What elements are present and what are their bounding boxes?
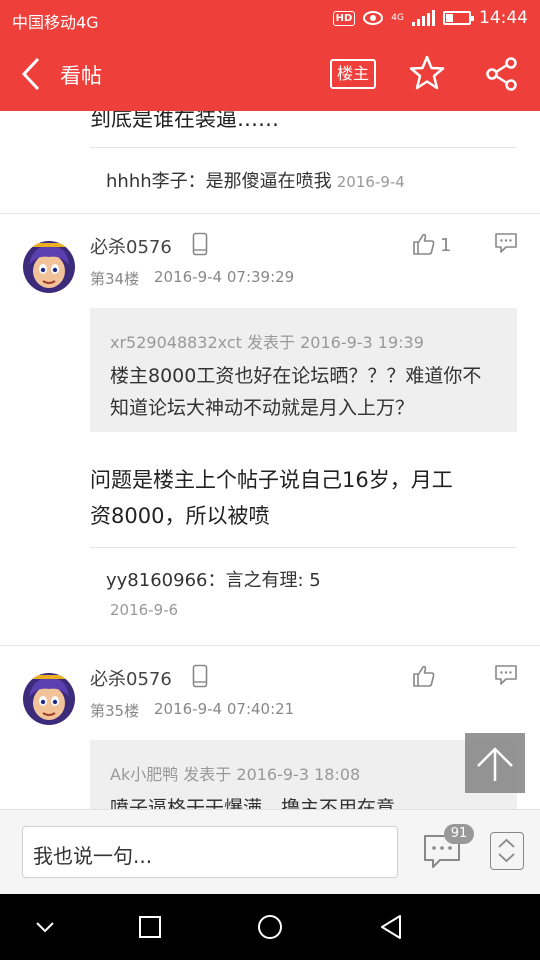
phone-icon <box>192 664 208 692</box>
thumbs-up-icon[interactable] <box>412 664 436 692</box>
quote-body: 楼主8000工资也好在论坛晒？？？难道你不知道论坛大神动不动就是月入上万？ <box>110 365 482 419</box>
phone-icon <box>192 232 208 260</box>
share-icon[interactable] <box>484 56 520 92</box>
page-title: 看帖 <box>60 64 102 88</box>
hd-icon: HD <box>332 10 356 26</box>
scroll-up-down-icon[interactable] <box>490 832 524 870</box>
post-divider <box>0 213 540 214</box>
system-nav-bar <box>0 894 540 960</box>
reply-item[interactable]: yy8160966：言之有理: 5 <box>106 566 321 592</box>
divider <box>90 547 517 548</box>
reply-user[interactable]: yy8160966： <box>106 570 225 591</box>
reply-text: 言之有理: 5 <box>225 570 321 591</box>
app-header: 看帖 楼主 <box>0 38 540 111</box>
post-datetime: 2016-9-4 07:39:29 <box>154 268 295 286</box>
quote-block: Ak小肥鸭 发表于 2016-9-3 18:08 喷子逼格干干爆满，撸主不用在意 <box>90 740 517 809</box>
floor-number: 第34楼 <box>90 270 140 288</box>
reply-comment-icon[interactable] <box>494 232 518 258</box>
nav-home-icon[interactable] <box>257 914 283 944</box>
battery-icon <box>443 11 474 25</box>
reply-user[interactable]: hhhh李子： <box>106 171 206 192</box>
divider <box>90 147 517 148</box>
quote-header: Ak小肥鸭 发表于 2016-9-3 18:08 <box>110 765 361 784</box>
status-icons: HD 4G 14:44 <box>332 8 528 28</box>
reply-date: 2016-9-4 <box>336 173 405 191</box>
reply-text: 是那傻逼在喷我 <box>205 171 332 192</box>
like-count: 1 <box>440 235 452 256</box>
reply-item[interactable]: hhhh李子：是那傻逼在喷我 2016-9-4 <box>106 167 405 193</box>
quote-body: 喷子逼格干干爆满，撸主不用在意 <box>110 797 396 809</box>
thumbs-up-icon[interactable] <box>412 232 436 260</box>
reply-input[interactable]: 我也说一句... <box>22 826 398 878</box>
star-icon[interactable] <box>408 54 446 92</box>
network-type-label: 4G <box>391 12 404 23</box>
reply-date: 2016-9-6 <box>110 601 179 619</box>
post-list[interactable]: 到底是谁在装逼…… hhhh李子：是那傻逼在喷我 2016-9-4 必杀0576… <box>0 111 540 809</box>
author-name[interactable]: 必杀0576 <box>90 665 172 691</box>
avatar[interactable] <box>23 673 75 725</box>
status-bar: 中国移动4G HD 4G 14:44 <box>0 0 540 38</box>
nav-back-icon[interactable] <box>379 914 403 944</box>
back-to-top-button[interactable] <box>465 733 525 793</box>
carrier-label: 中国移动4G <box>12 13 99 32</box>
nav-down-icon[interactable] <box>34 916 56 942</box>
back-arrow-icon[interactable] <box>18 56 48 92</box>
comment-count-badge: 91 <box>444 824 474 844</box>
owner-only-button[interactable]: 楼主 <box>330 59 376 89</box>
eye-comfort-icon <box>363 11 384 25</box>
author-name[interactable]: 必杀0576 <box>90 233 172 259</box>
post-body-line: 资8000，所以被喷 <box>90 504 270 528</box>
signal-icon <box>412 10 435 26</box>
quote-block: xr529048832xct 发表于 2016-9-3 19:39 楼主8000… <box>90 308 517 432</box>
post-body-line: 问题是楼主上个帖子说自己16岁，月工 <box>90 468 453 492</box>
post-divider <box>0 645 540 646</box>
clock: 14:44 <box>479 8 528 28</box>
floor-number: 第35楼 <box>90 702 140 720</box>
reply-bar: 我也说一句... 91 <box>0 809 540 894</box>
previous-post-body: 到底是谁在装逼…… <box>90 111 279 131</box>
avatar[interactable] <box>23 241 75 293</box>
quote-header: xr529048832xct 发表于 2016-9-3 19:39 <box>110 333 424 352</box>
nav-recents-icon[interactable] <box>138 915 162 943</box>
reply-comment-icon[interactable] <box>494 664 518 690</box>
post-datetime: 2016-9-4 07:40:21 <box>154 700 295 718</box>
